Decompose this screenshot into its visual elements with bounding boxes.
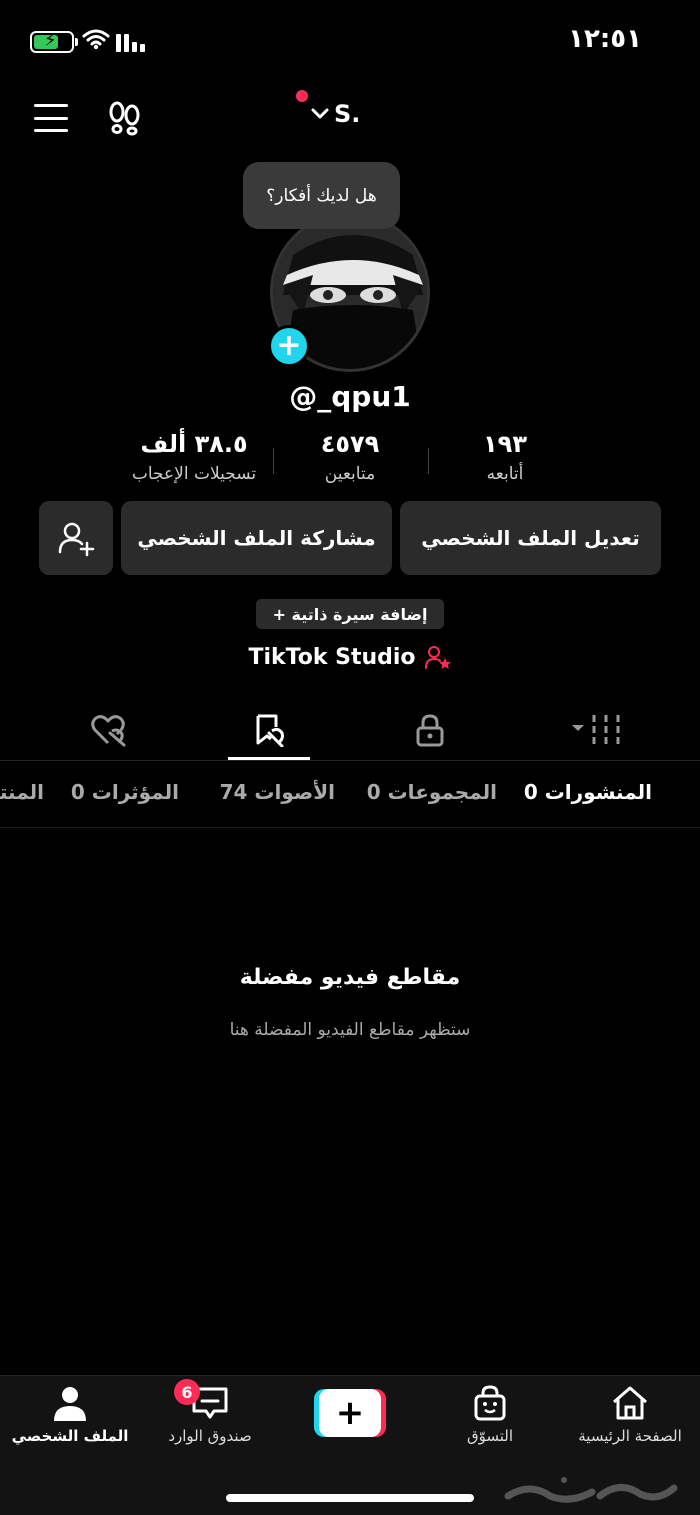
grid-icon: [572, 715, 620, 745]
nav-home-label: الصفحة الرئيسية: [578, 1427, 682, 1445]
divider: [0, 827, 700, 828]
following-count: ١٩٣: [483, 430, 527, 458]
nav-inbox[interactable]: صندوق الوارد: [140, 1385, 280, 1445]
home-icon: [613, 1386, 647, 1420]
tab-liked[interactable]: [78, 705, 138, 755]
add-friend-button[interactable]: [39, 501, 113, 575]
divider: [0, 760, 700, 761]
account-switcher[interactable]: S.: [310, 100, 360, 128]
notification-dot: [296, 90, 308, 102]
subtab-collections[interactable]: المجموعات 0: [367, 780, 497, 804]
edit-profile-button[interactable]: تعديل الملف الشخصي: [400, 501, 661, 575]
inbox-badge: 6: [174, 1379, 200, 1405]
creator-star-icon: [424, 646, 451, 669]
heart-hidden-icon: [91, 715, 126, 747]
studio-label: TikTok Studio: [248, 644, 416, 670]
likes-count: ٣٨.٥ ألف: [140, 430, 248, 458]
status-time: ١٢:٥١: [568, 24, 642, 54]
add-user-icon: [58, 522, 95, 557]
profile-icon: [54, 1387, 86, 1421]
haraj-watermark-logo: [504, 1477, 678, 1503]
followers-stat[interactable]: ٤٥٧٩ متابعين: [260, 430, 440, 484]
bookmark-icon: [256, 714, 284, 747]
subtab-effects[interactable]: المؤثرات 0: [71, 780, 179, 804]
share-profile-button[interactable]: مشاركة الملف الشخصي: [121, 501, 392, 575]
subtab-sounds[interactable]: الأصوات 74: [220, 780, 335, 804]
likes-label: تسجيلات الإعجاب: [131, 464, 257, 484]
add-bio-button[interactable]: + إضافة سيرة ذاتية: [256, 599, 444, 629]
footprints-icon[interactable]: [106, 100, 142, 136]
tab-private[interactable]: [400, 705, 460, 755]
subtab-posts[interactable]: المنشورات 0: [524, 780, 652, 804]
lock-icon: [416, 714, 444, 747]
account-name: S.: [334, 100, 361, 128]
tab-favorites[interactable]: [239, 705, 299, 755]
favorites-subtabs: المنشورات 0 المجموعات 0 الأصوات 74 المؤث…: [0, 776, 700, 816]
nav-shop-label: التسوّق: [466, 1427, 514, 1445]
tiktok-studio-link[interactable]: TikTok Studio: [0, 644, 700, 670]
nav-home[interactable]: الصفحة الرئيسية: [560, 1385, 700, 1445]
username: @_qpu1: [289, 380, 411, 413]
plus-icon: +: [319, 1389, 381, 1437]
nav-inbox-label: صندوق الوارد: [168, 1427, 252, 1445]
empty-state-subtitle: ستظهر مقاطع الفيديو المفضلة هنا: [229, 1020, 471, 1040]
empty-state-title: مقاطع فيديو مفضلة: [239, 965, 461, 990]
chevron-down-icon: [311, 108, 329, 119]
likes-stat[interactable]: ٣٨.٥ ألف تسجيلات الإعجاب: [104, 430, 284, 484]
hamburger-icon[interactable]: [34, 104, 68, 132]
nav-shop[interactable]: التسوّق: [420, 1385, 560, 1445]
wifi-icon: [82, 29, 110, 50]
followers-count: ٤٥٧٩: [320, 430, 380, 458]
tab-videos[interactable]: [568, 705, 628, 755]
add-avatar-button[interactable]: +: [268, 325, 310, 367]
shopping-bag-icon: [474, 1385, 506, 1421]
nav-profile-label: الملف الشخصي: [11, 1427, 129, 1445]
subtab-products[interactable]: المنتجات: [0, 780, 44, 804]
battery-icon: ⚡: [30, 30, 78, 53]
following-label: أتابعه: [486, 464, 524, 484]
create-button[interactable]: +: [314, 1389, 386, 1437]
thoughts-bubble[interactable]: هل لديك أفكار؟: [243, 162, 400, 229]
nav-profile[interactable]: الملف الشخصي: [0, 1385, 140, 1445]
following-stat[interactable]: ١٩٣ أتابعه: [415, 430, 595, 484]
followers-label: متابعين: [324, 464, 376, 484]
home-indicator: [226, 1494, 474, 1502]
cell-signal-icon: [116, 32, 145, 52]
